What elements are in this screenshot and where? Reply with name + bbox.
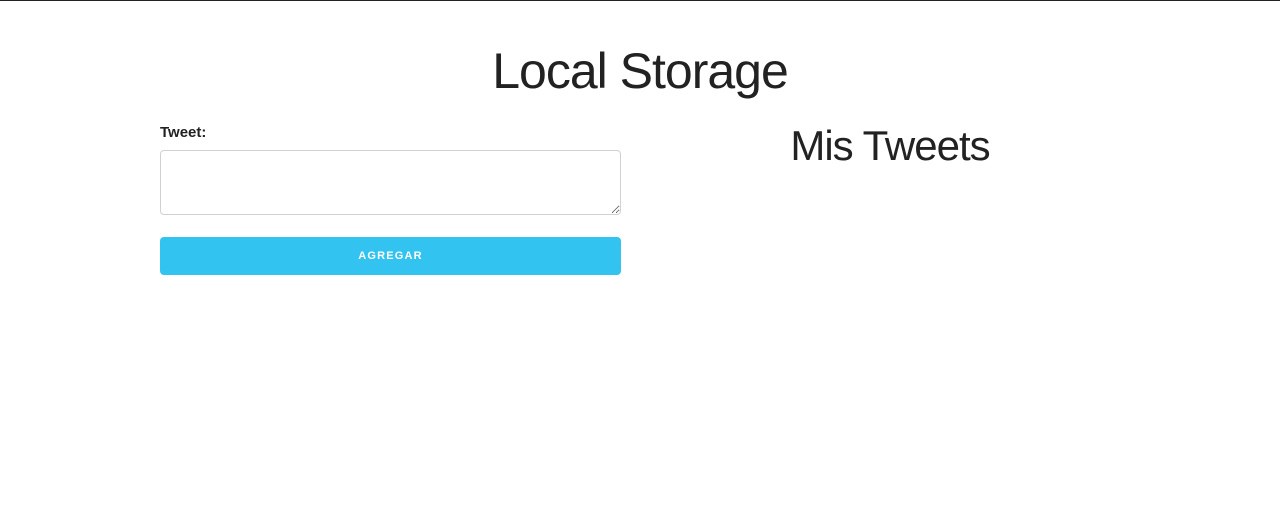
tweets-heading: Mis Tweets: [790, 122, 990, 169]
tweets-section: Mis Tweets: [660, 120, 1120, 182]
tweet-textarea[interactable]: [160, 150, 621, 215]
tweet-label: Tweet:: [160, 124, 207, 141]
add-button[interactable]: AGREGAR: [160, 237, 621, 275]
top-border: [0, 0, 1280, 1]
tweet-form: Tweet: AGREGAR: [160, 124, 621, 275]
page-title: Local Storage: [492, 43, 789, 99]
